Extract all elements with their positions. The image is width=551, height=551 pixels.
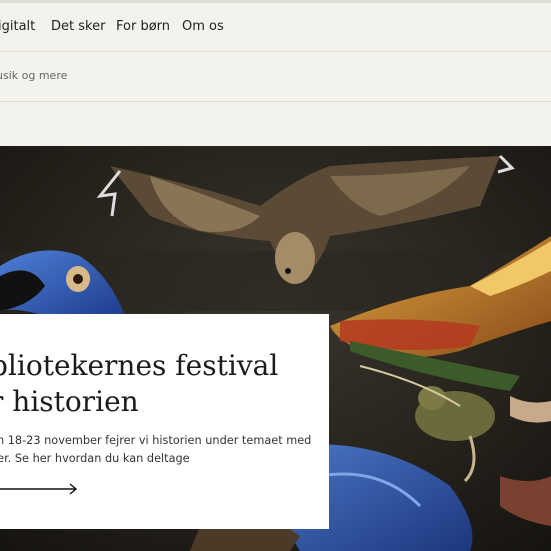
nav-item-digitalt[interactable]: igitalt bbox=[0, 19, 35, 34]
nav-item-for-born[interactable]: For børn bbox=[116, 19, 170, 34]
arrow-right-icon[interactable] bbox=[0, 482, 80, 496]
hero-title-line-2: r historien bbox=[0, 385, 139, 418]
hero-card: bliotekernes festival r historien en 18-… bbox=[0, 314, 329, 529]
page: igitalt Det sker For børn Om os usik og … bbox=[0, 0, 551, 551]
hero-description: en 18-23 november fejrer vi historien un… bbox=[0, 432, 312, 468]
hero-description-line-2: fjer. Se her hvordan du kan deltage bbox=[0, 452, 190, 465]
nav-item-om-os[interactable]: Om os bbox=[182, 19, 224, 34]
subnav-bar: usik og mere bbox=[0, 52, 551, 102]
hero-description-line-1: en 18-23 november fejrer vi historien un… bbox=[0, 434, 312, 447]
main-nav: igitalt Det sker For børn Om os bbox=[0, 3, 551, 52]
hero-title: bliotekernes festival r historien bbox=[0, 348, 320, 420]
subnav-link[interactable]: usik og mere bbox=[0, 69, 67, 82]
hero-title-line-1: bliotekernes festival bbox=[0, 349, 279, 382]
nav-item-det-sker[interactable]: Det sker bbox=[51, 19, 105, 34]
